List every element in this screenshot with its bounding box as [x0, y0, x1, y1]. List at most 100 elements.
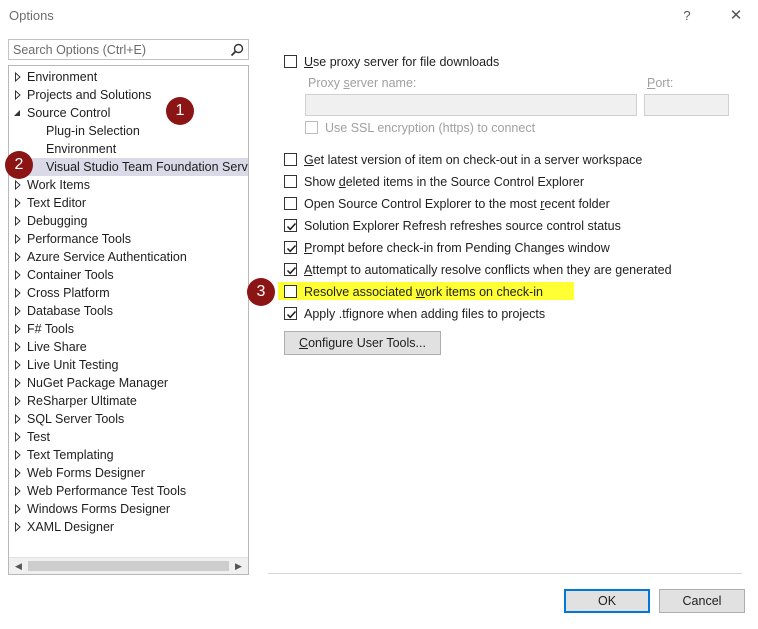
option-label: Solution Explorer Refresh refreshes sour…	[304, 219, 621, 233]
configure-user-tools-button[interactable]: Configure User Tools...	[284, 331, 441, 355]
tree-item-label: Database Tools	[27, 304, 113, 318]
option-checkbox[interactable]	[284, 263, 297, 276]
tree-item-environment[interactable]: Environment	[9, 140, 248, 158]
collapsed-arrow-icon[interactable]	[13, 374, 23, 392]
tree-item-f-tools[interactable]: F# Tools	[9, 320, 248, 338]
tree-item-label: Source Control	[27, 106, 111, 120]
tree-item-sql-server-tools[interactable]: SQL Server Tools	[9, 410, 248, 428]
collapsed-arrow-icon[interactable]	[13, 320, 23, 338]
cancel-button[interactable]: Cancel	[659, 589, 745, 613]
tree-item-text-editor[interactable]: Text Editor	[9, 194, 248, 212]
collapsed-arrow-icon[interactable]	[13, 230, 23, 248]
tree-item-performance-tools[interactable]: Performance Tools	[9, 230, 248, 248]
collapsed-arrow-icon[interactable]	[13, 284, 23, 302]
checkmark-icon	[286, 266, 297, 275]
collapsed-arrow-icon[interactable]	[13, 338, 23, 356]
checkmark-icon	[286, 244, 297, 253]
port-input[interactable]	[644, 94, 729, 116]
option-checkbox[interactable]	[284, 219, 297, 232]
options-tree[interactable]: Environment Projects and Solutions Source …	[8, 65, 249, 575]
option-label: Show deleted items in the Source Control…	[304, 175, 585, 189]
tree-item-azure-service-authentication[interactable]: Azure Service Authentication	[9, 248, 248, 266]
tree-item-text-templating[interactable]: Text Templating	[9, 446, 248, 464]
tree-item-label: Work Items	[27, 178, 90, 192]
tree-item-web-forms-designer[interactable]: Web Forms Designer	[9, 464, 248, 482]
tree-item-label: Plug-in Selection	[46, 124, 140, 138]
option-label: Apply .tfignore when adding files to pro…	[304, 307, 546, 321]
option-label: Attempt to automatically resolve conflic…	[304, 263, 672, 277]
option-checkbox[interactable]	[284, 285, 297, 298]
tree-item-label: Environment	[27, 70, 98, 84]
close-button[interactable]: ✕	[718, 4, 754, 28]
option-checkbox[interactable]	[284, 153, 297, 166]
tree-item-source-control[interactable]: Source Control	[9, 104, 248, 122]
tree-item-container-tools[interactable]: Container Tools	[9, 266, 248, 284]
tree-item-label: Web Performance Test Tools	[27, 484, 187, 498]
use-proxy-label: Use proxy server for file downloads	[304, 55, 500, 69]
collapsed-arrow-icon[interactable]	[13, 194, 23, 212]
collapsed-arrow-icon[interactable]	[13, 518, 23, 536]
tree-item-projects-and-solutions[interactable]: Projects and Solutions	[9, 86, 248, 104]
collapsed-arrow-icon[interactable]	[13, 464, 23, 482]
tree-item-label: Azure Service Authentication	[27, 250, 187, 264]
expanded-arrow-icon[interactable]	[13, 104, 23, 122]
option-checkbox[interactable]	[284, 307, 297, 320]
collapsed-arrow-icon[interactable]	[13, 68, 23, 86]
search-icon[interactable]	[229, 42, 245, 58]
tree-item-label: Text Editor	[27, 196, 87, 210]
collapsed-arrow-icon[interactable]	[13, 212, 23, 230]
collapsed-arrow-icon[interactable]	[13, 428, 23, 446]
collapsed-arrow-icon[interactable]	[13, 446, 23, 464]
option-label: Resolve associated work items on check-i…	[304, 285, 544, 299]
use-proxy-checkbox[interactable]	[284, 55, 297, 68]
tree-item-test[interactable]: Test	[9, 428, 248, 446]
collapsed-arrow-icon[interactable]	[13, 500, 23, 518]
tree-item-plug-in-selection[interactable]: Plug-in Selection	[9, 122, 248, 140]
proxy-server-input[interactable]	[305, 94, 637, 116]
tree-item-debugging[interactable]: Debugging	[9, 212, 248, 230]
tree-item-database-tools[interactable]: Database Tools	[9, 302, 248, 320]
tree-item-label: Debugging	[27, 214, 88, 228]
tree-item-visual-studio-team-foundation-server[interactable]: Visual Studio Team Foundation Server	[9, 158, 248, 176]
annotation-badge-1: 1	[166, 97, 194, 125]
search-input[interactable]	[9, 40, 219, 59]
tree-item-environment[interactable]: Environment	[9, 68, 248, 86]
tree-item-cross-platform[interactable]: Cross Platform	[9, 284, 248, 302]
collapsed-arrow-icon[interactable]	[13, 392, 23, 410]
tree-item-windows-forms-designer[interactable]: Windows Forms Designer	[9, 500, 248, 518]
tree-item-label: Live Unit Testing	[27, 358, 119, 372]
annotation-badge-3: 3	[247, 278, 275, 306]
collapsed-arrow-icon[interactable]	[13, 356, 23, 374]
collapsed-arrow-icon[interactable]	[13, 86, 23, 104]
tree-item-live-unit-testing[interactable]: Live Unit Testing	[9, 356, 248, 374]
option-checkbox[interactable]	[284, 197, 297, 210]
tree-item-label: Live Share	[27, 340, 87, 354]
scroll-right-icon[interactable]: ▶	[230, 558, 247, 574]
proxy-server-label: Proxy server name:	[308, 76, 417, 90]
tree-item-label: Projects and Solutions	[27, 88, 152, 102]
tree-item-resharper-ultimate[interactable]: ReSharper Ultimate	[9, 392, 248, 410]
scrollbar-thumb[interactable]	[28, 561, 229, 571]
option-checkbox[interactable]	[284, 241, 297, 254]
collapsed-arrow-icon[interactable]	[13, 266, 23, 284]
collapsed-arrow-icon[interactable]	[13, 302, 23, 320]
horizontal-scrollbar[interactable]: ◀ ▶	[9, 557, 248, 574]
ssl-checkbox[interactable]	[305, 121, 318, 134]
collapsed-arrow-icon[interactable]	[13, 248, 23, 266]
collapsed-arrow-icon[interactable]	[13, 482, 23, 500]
title-bar: Options ? ✕	[0, 0, 758, 32]
tree-item-label: Windows Forms Designer	[27, 502, 171, 516]
search-box[interactable]	[8, 39, 249, 60]
tree-item-live-share[interactable]: Live Share	[9, 338, 248, 356]
scroll-left-icon[interactable]: ◀	[10, 558, 27, 574]
tree-item-label: XAML Designer	[27, 520, 115, 534]
ok-button[interactable]: OK	[564, 589, 650, 613]
tree-item-xaml-designer[interactable]: XAML Designer	[9, 518, 248, 536]
help-button[interactable]: ?	[672, 4, 702, 28]
tree-item-work-items[interactable]: Work Items	[9, 176, 248, 194]
tree-item-nuget-package-manager[interactable]: NuGet Package Manager	[9, 374, 248, 392]
option-checkbox[interactable]	[284, 175, 297, 188]
tree-item-web-performance-test-tools[interactable]: Web Performance Test Tools	[9, 482, 248, 500]
annotation-badge-2: 2	[5, 151, 33, 179]
collapsed-arrow-icon[interactable]	[13, 410, 23, 428]
